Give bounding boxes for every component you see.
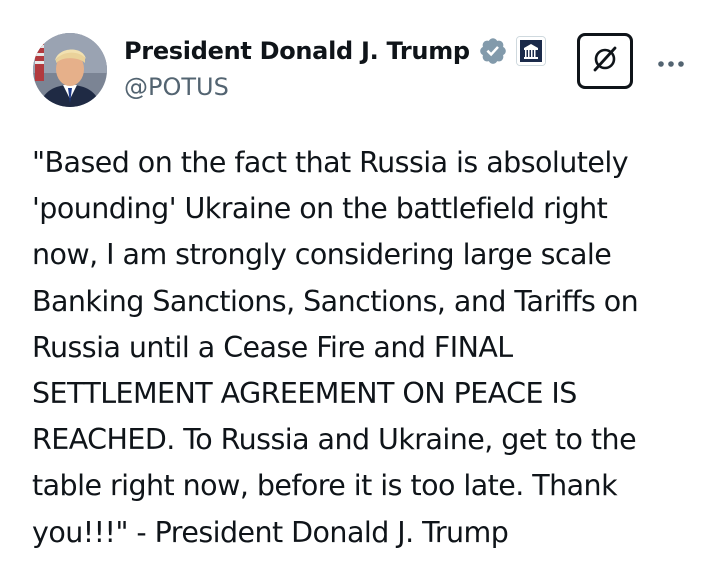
tweet-text-line: REACHED. To Russia and Ukraine, get to t… bbox=[32, 423, 637, 457]
tweet-text-line: Russia until a Cease Fire and FINAL bbox=[32, 330, 513, 364]
author-handle[interactable]: @POTUS bbox=[124, 73, 229, 101]
author-name-row: President Donald J. Trump bbox=[124, 34, 546, 68]
tweet-text-line: 'pounding' Ukraine on the battlefield ri… bbox=[32, 192, 608, 226]
tweet-text-line: "Based on the fact that Russia is absolu… bbox=[32, 146, 629, 179]
white-house-icon[interactable] bbox=[515, 36, 546, 66]
avatar[interactable] bbox=[33, 33, 107, 107]
more-icon bbox=[657, 53, 685, 72]
tweet-text-line: now, I am strongly considering large sca… bbox=[32, 238, 612, 272]
avatar-image bbox=[33, 33, 107, 107]
tweet: President Donald J. Trump @POTUS "Based … bbox=[0, 0, 720, 566]
tweet-text-line: Banking Sanctions, Sanctions, and Tariff… bbox=[32, 284, 639, 318]
tweet-text-line: SETTLEMENT AGREEMENT ON PEACE IS bbox=[32, 377, 577, 411]
author-display-name[interactable]: President Donald J. Trump bbox=[124, 37, 470, 65]
grok-button[interactable] bbox=[577, 33, 633, 89]
more-options-button[interactable] bbox=[654, 50, 688, 74]
verified-badge-icon bbox=[478, 36, 508, 66]
grok-icon bbox=[590, 44, 620, 78]
tweet-text: "Based on the fact that Russia is absolu… bbox=[32, 140, 708, 556]
tweet-text-line: table right now, before it is too late. … bbox=[32, 469, 618, 503]
tweet-text-line: you!!!" - President Donald J. Trump bbox=[32, 515, 509, 549]
